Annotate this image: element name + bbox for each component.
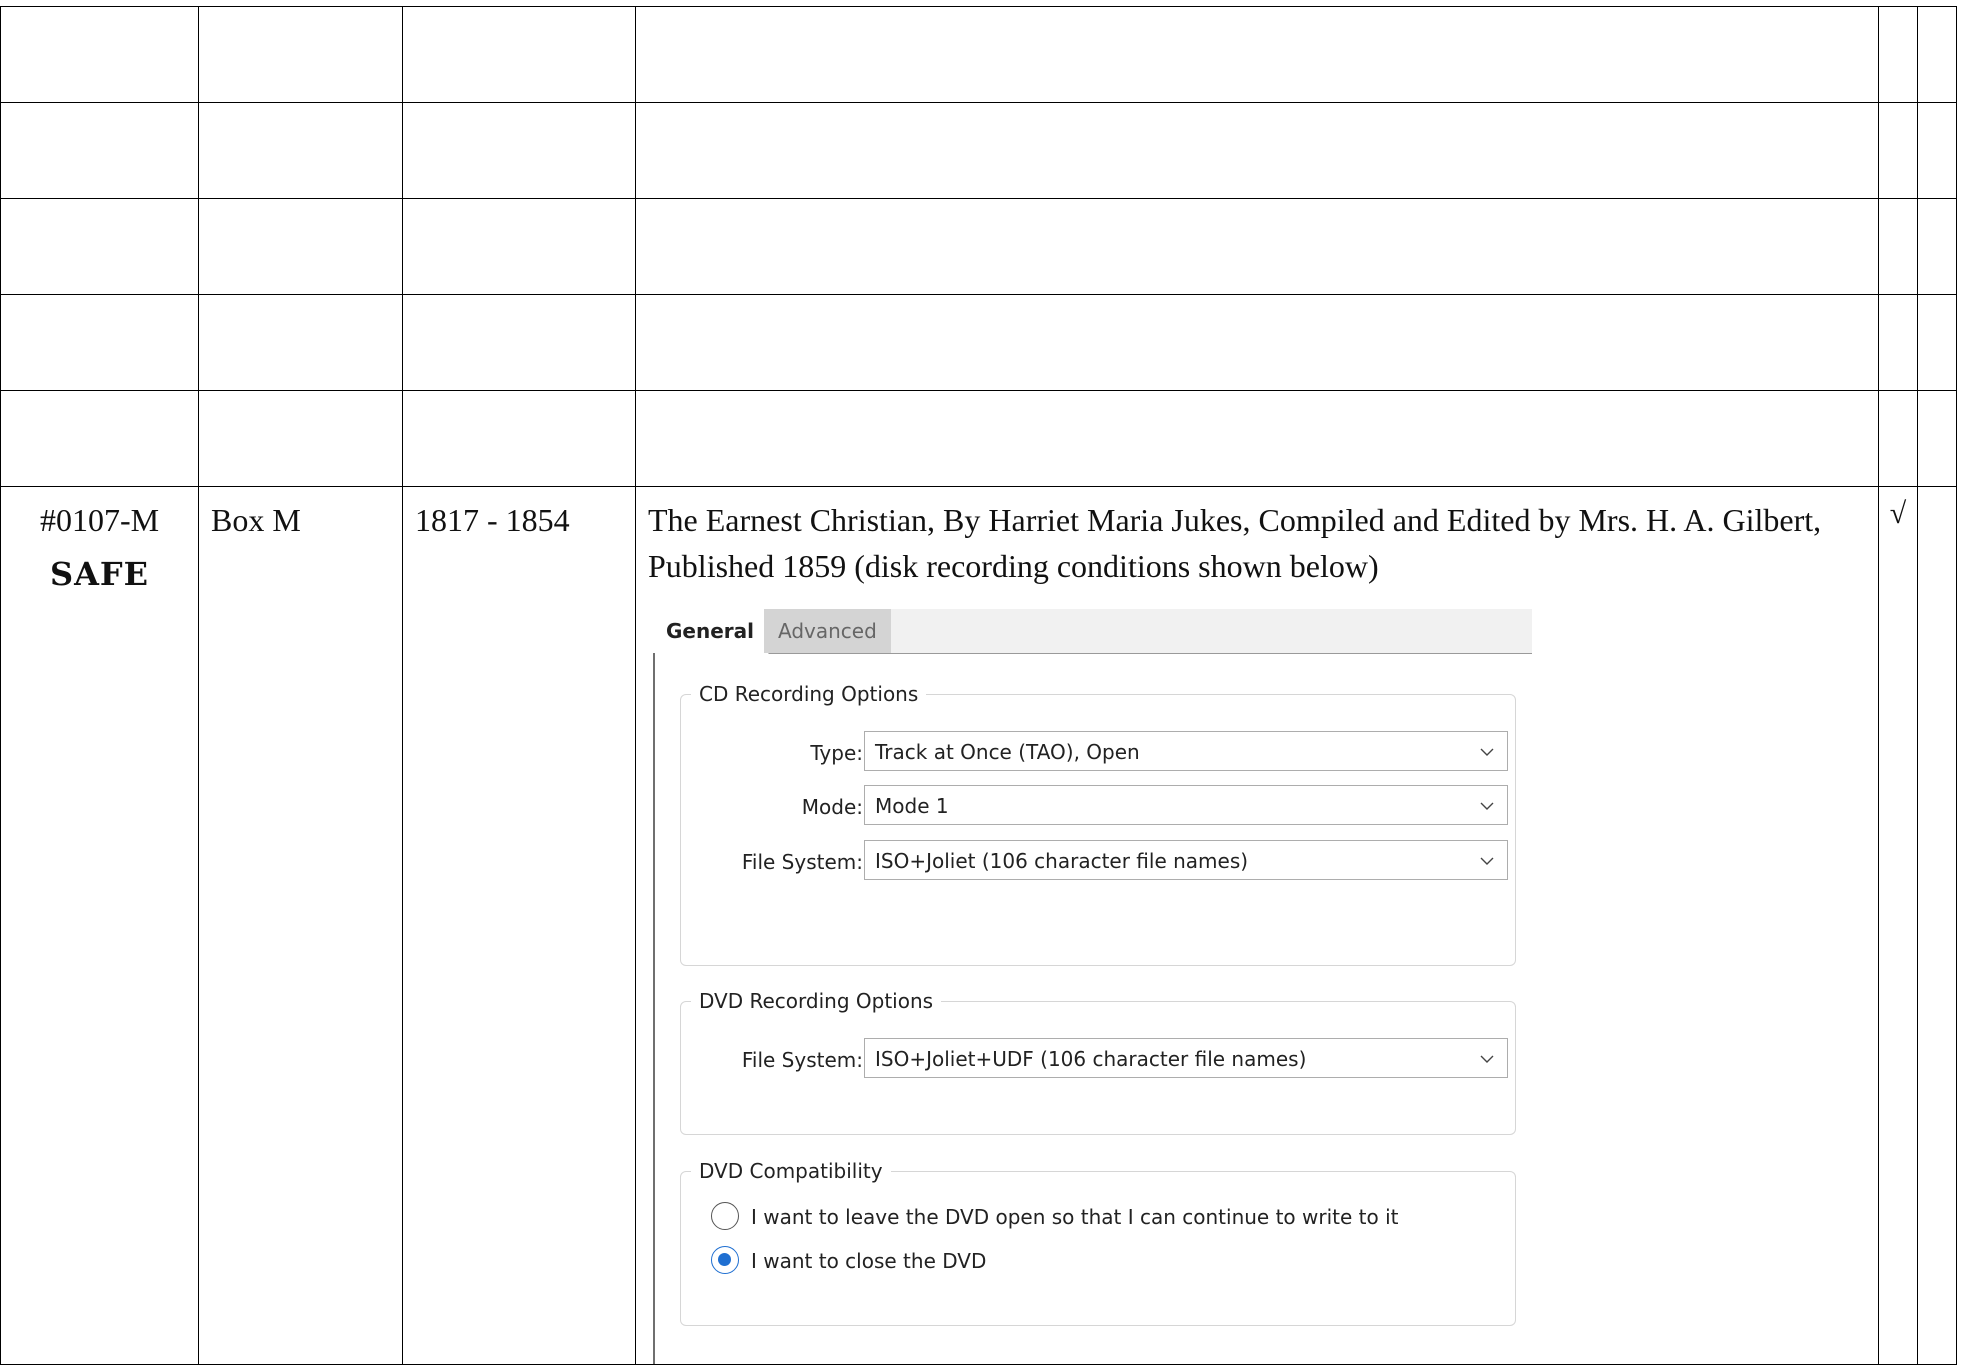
table-row: #0107-M SAFE Box M 1817 - 1854 The Earne… <box>0 486 1957 1365</box>
mode-label: Mode: <box>801 795 863 819</box>
chevron-down-icon <box>1480 857 1494 865</box>
radio-label: I want to close the DVD <box>751 1249 987 1273</box>
chevron-down-icon <box>1480 802 1494 810</box>
record-id-cell: #0107-M SAFE <box>0 486 199 1365</box>
radio-button[interactable] <box>711 1202 739 1230</box>
dvd-file-system-select[interactable]: ISO+Joliet+UDF (106 character file names… <box>864 1038 1508 1078</box>
select-value: Mode 1 <box>875 794 949 818</box>
box-cell: Box M <box>198 486 403 1365</box>
radio-label: I want to leave the DVD open so that I c… <box>751 1205 1399 1229</box>
safe-stamp: SAFE <box>49 555 150 593</box>
file-system-label: File System: <box>741 1048 863 1072</box>
cd-recording-options-group: CD Recording Options Type: Track at Once… <box>680 681 1516 966</box>
years-cell: 1817 - 1854 <box>402 486 636 1365</box>
radio-button-selected[interactable] <box>711 1246 739 1274</box>
cd-file-system-row: File System: ISO+Joliet (106 character f… <box>681 840 1515 884</box>
tab-advanced[interactable]: Advanced <box>764 609 891 653</box>
type-label: Type: <box>810 741 863 765</box>
recording-options-dialog: General Advanced CD Recording Options Ty… <box>652 609 1532 1364</box>
description-cell: The Earnest Christian, By Harriet Maria … <box>635 486 1879 1365</box>
mode-select[interactable]: Mode 1 <box>864 785 1508 825</box>
record-id: #0107-M <box>39 502 160 538</box>
table-row <box>0 294 1957 391</box>
group-legend: DVD Compatibility <box>691 1158 891 1184</box>
tab-general[interactable]: General <box>652 609 769 654</box>
file-system-label: File System: <box>741 850 863 874</box>
empty-cell <box>1917 486 1957 1365</box>
catalog-table: #0107-M SAFE Box M 1817 - 1854 The Earne… <box>0 6 1957 1365</box>
panel-edge <box>653 653 655 1364</box>
description-text: The Earnest Christian, By Harriet Maria … <box>648 502 1822 584</box>
type-select[interactable]: Track at Once (TAO), Open <box>864 731 1508 771</box>
select-value: ISO+Joliet+UDF (106 character file names… <box>875 1047 1307 1071</box>
check-cell: √ <box>1878 486 1918 1365</box>
chevron-down-icon <box>1480 1055 1494 1063</box>
table-row <box>0 6 1957 103</box>
table-row <box>0 390 1957 487</box>
select-value: Track at Once (TAO), Open <box>875 740 1140 764</box>
dvd-compatibility-group: DVD Compatibility I want to leave the DV… <box>680 1158 1516 1326</box>
select-value: ISO+Joliet (106 character file names) <box>875 849 1249 873</box>
cd-file-system-select[interactable]: ISO+Joliet (106 character file names) <box>864 840 1508 880</box>
table-row <box>0 102 1957 199</box>
box-label: Box M <box>211 502 301 538</box>
group-legend: DVD Recording Options <box>691 988 942 1014</box>
dvd-recording-options-group: DVD Recording Options File System: ISO+J… <box>680 988 1516 1135</box>
years-range: 1817 - 1854 <box>415 502 570 538</box>
dvd-file-system-row: File System: ISO+Joliet+UDF (106 charact… <box>681 1038 1515 1082</box>
check-mark: √ <box>1889 497 1907 530</box>
type-row: Type: Track at Once (TAO), Open <box>681 731 1515 775</box>
mode-row: Mode: Mode 1 <box>681 785 1515 829</box>
tab-bar: General Advanced <box>652 609 1532 654</box>
chevron-down-icon <box>1480 748 1494 756</box>
group-legend: CD Recording Options <box>691 681 927 707</box>
table-row <box>0 198 1957 295</box>
